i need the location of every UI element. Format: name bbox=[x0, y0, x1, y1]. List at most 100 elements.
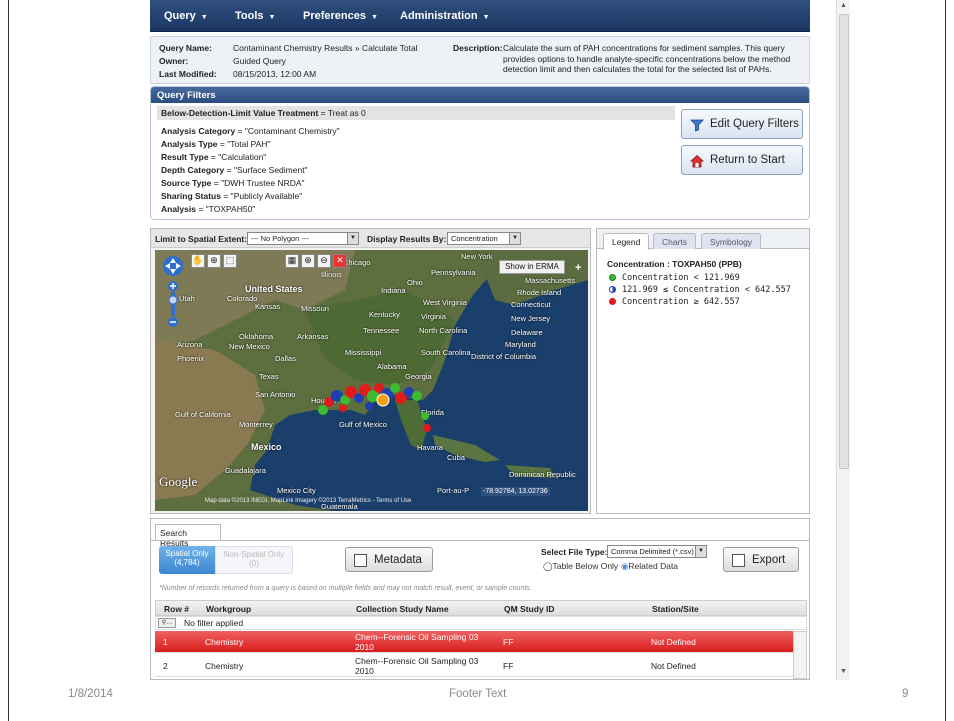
menu-tools[interactable]: Tools ▼ bbox=[235, 10, 275, 22]
display-results-label: Display Results By: bbox=[367, 234, 447, 244]
divider bbox=[151, 540, 809, 541]
scroll-up-icon[interactable]: ▲ bbox=[840, 2, 847, 9]
non-spatial-only-toggle[interactable]: Non-Spatial Only (0) bbox=[215, 546, 293, 574]
spatial-extent-label: Limit to Spatial Extent: bbox=[155, 234, 248, 244]
map-toolbar: Limit to Spatial Extent: --- No Polygon … bbox=[151, 229, 590, 248]
tab-search-results[interactable]: Search Results bbox=[155, 524, 221, 548]
metadata-button[interactable]: Metadata bbox=[345, 547, 433, 572]
return-to-start-button[interactable]: Return to Start bbox=[681, 145, 803, 175]
select-area-icon[interactable]: ▦ bbox=[285, 254, 299, 268]
chevron-down-icon: ▼ bbox=[695, 546, 706, 557]
query-name-value: Contaminant Chemistry Results » Calculat… bbox=[233, 43, 418, 53]
scrollbar-thumb[interactable] bbox=[839, 14, 849, 469]
table-row[interactable]: 1 Chemistry Chem--Forensic Oil Sampling … bbox=[155, 631, 793, 653]
owner-label: Owner: bbox=[159, 56, 189, 66]
zoom-box-icon[interactable]: ⬚ bbox=[223, 254, 237, 268]
search-results-panel: Search Results Spatial Only (4,784) Non-S… bbox=[150, 518, 810, 680]
results-scrollbar[interactable] bbox=[793, 631, 807, 679]
legend-item-mid: 121.969 ≤ Concentration < 642.557 bbox=[609, 285, 791, 295]
expand-plus-icon[interactable]: + bbox=[575, 262, 581, 274]
map-pan-zoom-control[interactable] bbox=[161, 254, 185, 332]
chevron-down-icon: ▼ bbox=[200, 14, 208, 21]
sample-marker bbox=[390, 383, 400, 393]
footer-page-number: 9 bbox=[902, 688, 909, 700]
sample-marker bbox=[339, 404, 347, 412]
green-dot-icon bbox=[609, 274, 616, 281]
export-icon bbox=[732, 554, 745, 567]
filter-analysis-category: Analysis Category = "Contaminant Chemist… bbox=[161, 126, 340, 136]
bdl-treatment: Below-Detection-Limit Value Treatment = … bbox=[157, 106, 675, 120]
clear-markers-icon[interactable]: ✕ bbox=[333, 254, 347, 268]
chevron-down-icon: ▼ bbox=[509, 233, 520, 244]
legend-tabs: Legend Charts Symbology bbox=[597, 229, 809, 250]
query-filters-panel: Query Filters Below-Detection-Limit Valu… bbox=[150, 86, 810, 220]
zoom-in-icon[interactable]: ⊕ bbox=[207, 254, 221, 268]
chevron-down-icon: ▼ bbox=[482, 14, 490, 21]
menu-administration[interactable]: Administration ▼ bbox=[400, 10, 490, 22]
map-view[interactable]: United States Mexico Gulf of Mexico Gulf… bbox=[155, 250, 588, 511]
filter-row[interactable]: ⚲… No filter applied bbox=[155, 616, 807, 630]
chevron-down-icon: ▼ bbox=[268, 14, 276, 21]
filter-result-type: Result Type = "Calculation" bbox=[161, 152, 267, 162]
spatial-only-toggle[interactable]: Spatial Only (4,784) bbox=[159, 546, 215, 574]
footer-text: Footer Text bbox=[449, 688, 507, 700]
filter-sharing-status: Sharing Status = "Publicly Available" bbox=[161, 191, 303, 201]
filter-analysis-type: Analysis Type = "Total PAH" bbox=[161, 139, 271, 149]
edit-query-filters-button[interactable]: Edit Query Filters bbox=[681, 109, 803, 139]
last-modified-label: Last Modified: bbox=[159, 69, 217, 79]
sample-marker bbox=[423, 424, 431, 432]
query-info-panel: Query Name: Contaminant Chemistry Result… bbox=[150, 36, 810, 84]
scroll-down-icon[interactable]: ▼ bbox=[840, 668, 847, 675]
filter-analysis: Analysis = "TOXPAH50" bbox=[161, 204, 256, 214]
funnel-icon bbox=[690, 119, 704, 132]
radio-related-data[interactable]: ◉Related Data bbox=[621, 561, 678, 572]
radio-icon: ◯ bbox=[543, 561, 553, 571]
file-type-label: Select File Type: bbox=[541, 547, 608, 557]
sample-marker bbox=[421, 412, 429, 420]
display-results-select[interactable]: Concentration ▼ bbox=[447, 232, 521, 245]
app-window: Query ▼ Tools ▼ Preferences ▼ Administratio… bbox=[150, 0, 810, 680]
google-logo: Google bbox=[159, 474, 198, 489]
zoom-in-icon[interactable]: ⊕ bbox=[301, 254, 315, 268]
col-workgroup[interactable]: Workgroup bbox=[206, 604, 251, 614]
zoom-out-icon[interactable]: ⊖ bbox=[317, 254, 331, 268]
results-note: *Number of records returned from a query… bbox=[159, 585, 532, 592]
cursor-coordinates: -78.92784, 13.02736 bbox=[481, 487, 550, 496]
description-value: Calculate the sum of PAH concentrations … bbox=[503, 43, 791, 74]
map-tools-left[interactable]: ✋ ⊕ ⬚ bbox=[191, 254, 253, 268]
query-filters-header: Query Filters bbox=[151, 87, 809, 103]
map-panel: Limit to Spatial Extent: --- No Polygon … bbox=[150, 228, 591, 514]
file-type-select[interactable]: Comma Delimited (*.csv) ▼ bbox=[607, 545, 707, 558]
last-modified-value: 08/15/2013, 12:00 AM bbox=[233, 69, 317, 79]
show-in-erma-button[interactable]: Show in ERMA bbox=[499, 260, 565, 274]
menu-preferences[interactable]: Preferences ▼ bbox=[303, 10, 378, 22]
legend-item-high: Concentration ≥ 642.557 bbox=[609, 297, 740, 307]
tab-charts[interactable]: Charts bbox=[653, 233, 697, 249]
export-button[interactable]: Export bbox=[723, 547, 799, 572]
page-scrollbar[interactable]: ▲ ▼ bbox=[836, 0, 850, 680]
spatial-extent-select[interactable]: --- No Polygon --- ▼ bbox=[247, 232, 359, 245]
query-name-label: Query Name: bbox=[159, 43, 212, 53]
filter-depth-category: Depth Category = "Surface Sediment" bbox=[161, 165, 308, 175]
col-station-site[interactable]: Station/Site bbox=[652, 604, 699, 614]
legend-item-low: Concentration < 121.969 bbox=[609, 273, 740, 283]
sample-marker bbox=[318, 405, 328, 415]
filter-icon[interactable]: ⚲… bbox=[158, 618, 176, 628]
footer-date: 1/8/2014 bbox=[68, 688, 113, 700]
tab-legend[interactable]: Legend bbox=[603, 233, 650, 250]
tab-symbology[interactable]: Symbology bbox=[701, 233, 762, 249]
chevron-down-icon: ▼ bbox=[371, 14, 378, 21]
radio-table-below-only[interactable]: ◯Table Below Only bbox=[543, 561, 618, 572]
sample-marker bbox=[365, 402, 373, 410]
menu-query[interactable]: Query ▼ bbox=[164, 10, 208, 22]
sample-markers bbox=[318, 383, 431, 432]
table-row[interactable]: 2 Chemistry Chem--Forensic Oil Sampling … bbox=[155, 655, 793, 677]
map-tools-right[interactable]: ▦ ⊕ ⊖ ✕ bbox=[285, 254, 365, 268]
chevron-down-icon: ▼ bbox=[347, 233, 358, 244]
home-icon bbox=[690, 154, 704, 168]
col-row-number[interactable]: Row # bbox=[164, 604, 189, 614]
pan-hand-icon[interactable]: ✋ bbox=[191, 254, 205, 268]
col-collection-study-name[interactable]: Collection Study Name bbox=[356, 604, 449, 614]
red-dot-icon bbox=[609, 298, 616, 305]
col-qm-study-id[interactable]: QM Study ID bbox=[504, 604, 555, 614]
